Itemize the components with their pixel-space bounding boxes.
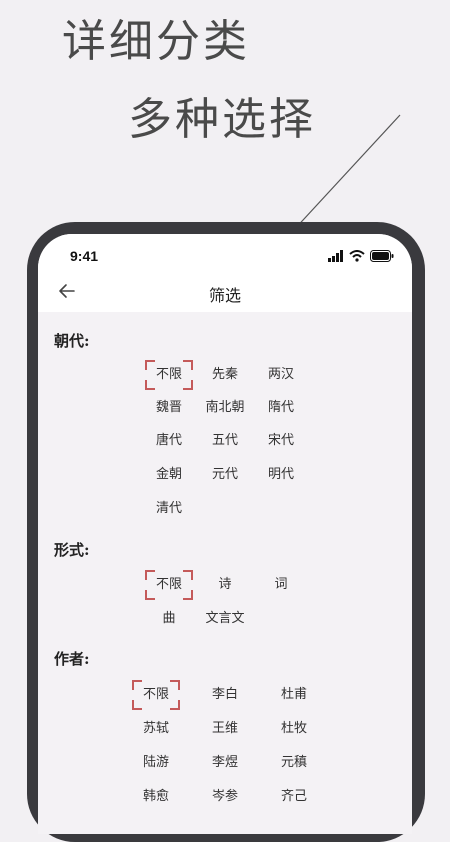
author-option[interactable]: 齐己 <box>270 782 318 812</box>
dynasty-option[interactable]: 两汉 <box>257 360 305 390</box>
author-option[interactable]: 陆游 <box>132 748 180 778</box>
dynasty-option[interactable]: 明代 <box>257 460 305 490</box>
author-option[interactable]: 王维 <box>201 714 249 744</box>
form-option[interactable]: 词 <box>257 570 305 600</box>
battery-icon <box>370 250 394 262</box>
option-label: 不限 <box>142 687 169 702</box>
phone-screen: 9:41 筛选 朝代: 不限 先秦 两汉 魏晋 南北朝 隋代 唐代 五代 宋代 … <box>38 234 412 834</box>
option-label: 不限 <box>155 367 182 382</box>
signal-icon <box>328 250 343 262</box>
author-option[interactable]: 不限 <box>132 680 180 710</box>
author-label: 作者: <box>54 650 90 668</box>
dynasty-option[interactable]: 先秦 <box>201 360 249 390</box>
dynasty-option[interactable]: 五代 <box>201 426 249 456</box>
form-label: 形式: <box>54 541 90 559</box>
dynasty-option[interactable]: 隋代 <box>257 393 305 423</box>
author-option[interactable]: 韩愈 <box>132 782 180 812</box>
form-option[interactable]: 曲 <box>145 604 193 634</box>
page-title: 筛选 <box>208 286 241 305</box>
dynasty-option[interactable]: 唐代 <box>145 426 193 456</box>
status-time: 9:41 <box>70 248 99 264</box>
wifi-icon <box>349 250 365 262</box>
form-option[interactable]: 不限 <box>145 570 193 600</box>
author-option[interactable]: 岑参 <box>201 782 249 812</box>
form-option[interactable]: 诗 <box>201 570 249 600</box>
dynasty-option[interactable]: 宋代 <box>257 426 305 456</box>
author-option[interactable]: 元稹 <box>270 748 318 778</box>
dynasty-option[interactable]: 清代 <box>145 494 193 524</box>
dynasty-option[interactable]: 元代 <box>201 460 249 490</box>
author-option[interactable]: 杜牧 <box>270 714 318 744</box>
option-label: 不限 <box>155 577 182 592</box>
top-bar: 9:41 筛选 <box>38 234 412 312</box>
author-option[interactable]: 李煜 <box>201 748 249 778</box>
dynasty-option[interactable]: 魏晋 <box>145 393 193 423</box>
author-option[interactable]: 杜甫 <box>270 680 318 710</box>
dynasty-option[interactable]: 南北朝 <box>201 393 249 423</box>
dynasty-option[interactable]: 不限 <box>145 360 193 390</box>
author-option[interactable]: 李白 <box>201 680 249 710</box>
form-option[interactable]: 文言文 <box>201 604 249 634</box>
author-option[interactable]: 苏轼 <box>132 714 180 744</box>
dynasty-option[interactable]: 金朝 <box>145 460 193 490</box>
status-icons <box>328 250 394 262</box>
dynasty-label: 朝代: <box>54 332 90 350</box>
